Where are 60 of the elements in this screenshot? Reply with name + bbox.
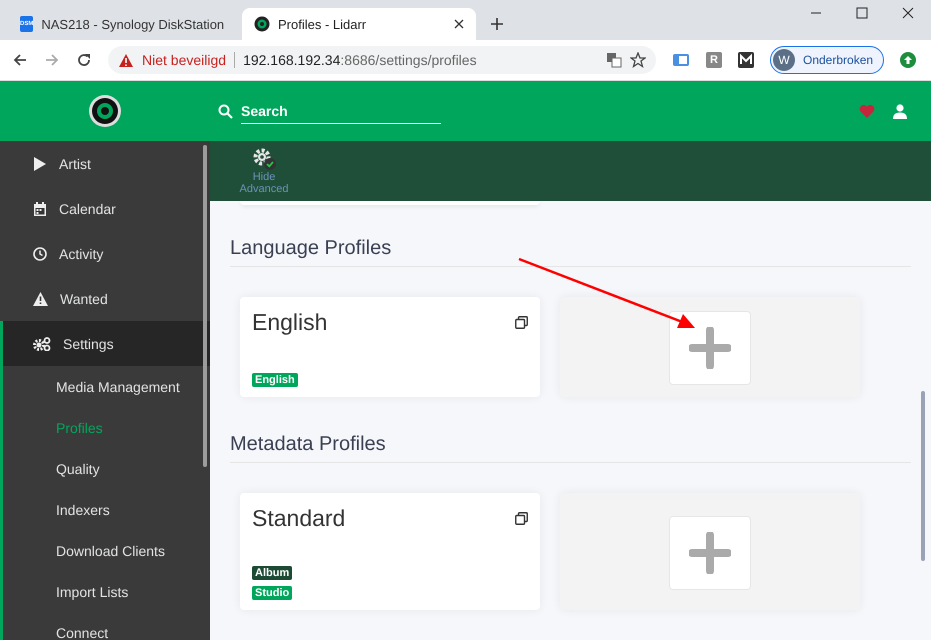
calendar-icon xyxy=(33,202,47,216)
profile-button[interactable]: W Onderbroken xyxy=(770,46,884,74)
scrollbar[interactable] xyxy=(921,391,925,561)
security-label: Niet beveiligd xyxy=(142,52,226,68)
add-button[interactable] xyxy=(669,311,751,385)
tab-title: Profiles - Lidarr xyxy=(278,16,368,32)
sidebar-subitem[interactable]: Media Management xyxy=(3,366,210,407)
gears-icon xyxy=(33,336,51,350)
profile-card[interactable]: English English xyxy=(240,297,540,397)
profile-tag: Studio xyxy=(252,586,292,600)
lidarr-logo-icon xyxy=(254,16,270,32)
lidarr-logo-icon[interactable] xyxy=(88,94,122,128)
sidebar-subitem[interactable]: Profiles xyxy=(3,407,210,448)
gear-check-icon xyxy=(251,147,277,171)
profile-name: Standard xyxy=(252,505,346,532)
translate-icon[interactable] xyxy=(606,52,622,68)
extension-icon[interactable] xyxy=(738,52,754,68)
profile-card[interactable]: Standard Album Studio xyxy=(240,493,540,610)
clone-icon[interactable] xyxy=(515,512,528,525)
profile-tag: English xyxy=(252,373,298,387)
clone-icon[interactable] xyxy=(515,316,528,329)
sidebar-subitem[interactable]: Indexers xyxy=(3,489,210,530)
warning-icon xyxy=(118,52,134,68)
sidebar-item[interactable]: Wanted xyxy=(0,276,210,321)
star-icon[interactable] xyxy=(630,52,646,68)
search-icon xyxy=(218,104,233,118)
extension-icon[interactable]: R xyxy=(706,52,722,68)
reload-icon[interactable] xyxy=(76,52,92,68)
clock-icon xyxy=(33,246,47,260)
sidebar-item[interactable]: Activity xyxy=(0,231,210,276)
close-icon[interactable] xyxy=(902,6,914,18)
search-field[interactable]: Search xyxy=(241,98,441,124)
scrollbar[interactable] xyxy=(203,145,207,467)
close-icon[interactable] xyxy=(454,19,464,29)
play-icon xyxy=(33,156,47,170)
profile-name: Onderbroken xyxy=(803,53,874,67)
profile-name: English xyxy=(252,309,328,336)
back-icon[interactable] xyxy=(12,52,28,68)
sidebar-subitem[interactable]: Connect xyxy=(3,612,210,640)
maximize-icon[interactable] xyxy=(856,6,868,18)
plus-icon xyxy=(689,327,731,369)
new-tab-icon[interactable] xyxy=(490,17,504,31)
sidebar-subitem[interactable]: Import Lists xyxy=(3,571,210,612)
sidebar-item[interactable]: Artist xyxy=(0,141,210,186)
browser-tab[interactable]: Profiles - Lidarr xyxy=(242,8,476,40)
update-icon[interactable] xyxy=(900,52,916,68)
sidebar-item[interactable]: Calendar xyxy=(0,186,210,231)
plus-icon xyxy=(689,532,731,574)
address-field[interactable]: Niet beveiligd 192.168.192.34:8686/settings/profiles xyxy=(108,46,656,74)
avatar: W xyxy=(773,49,795,71)
tab-title: NAS218 - Synology DiskStation xyxy=(41,16,224,32)
warning-icon xyxy=(33,292,48,306)
sidebar-subitem[interactable]: Quality xyxy=(3,448,210,489)
user-icon[interactable] xyxy=(893,104,907,118)
sidebar-item[interactable]: Settings xyxy=(0,321,210,366)
profile-tag: Album xyxy=(252,566,292,580)
section-title: Metadata Profiles xyxy=(230,433,911,463)
url-text: 192.168.192.34:8686/settings/profiles xyxy=(243,52,477,68)
sidebar-subitem[interactable]: Download Clients xyxy=(3,530,210,571)
section-title: Language Profiles xyxy=(230,237,911,267)
